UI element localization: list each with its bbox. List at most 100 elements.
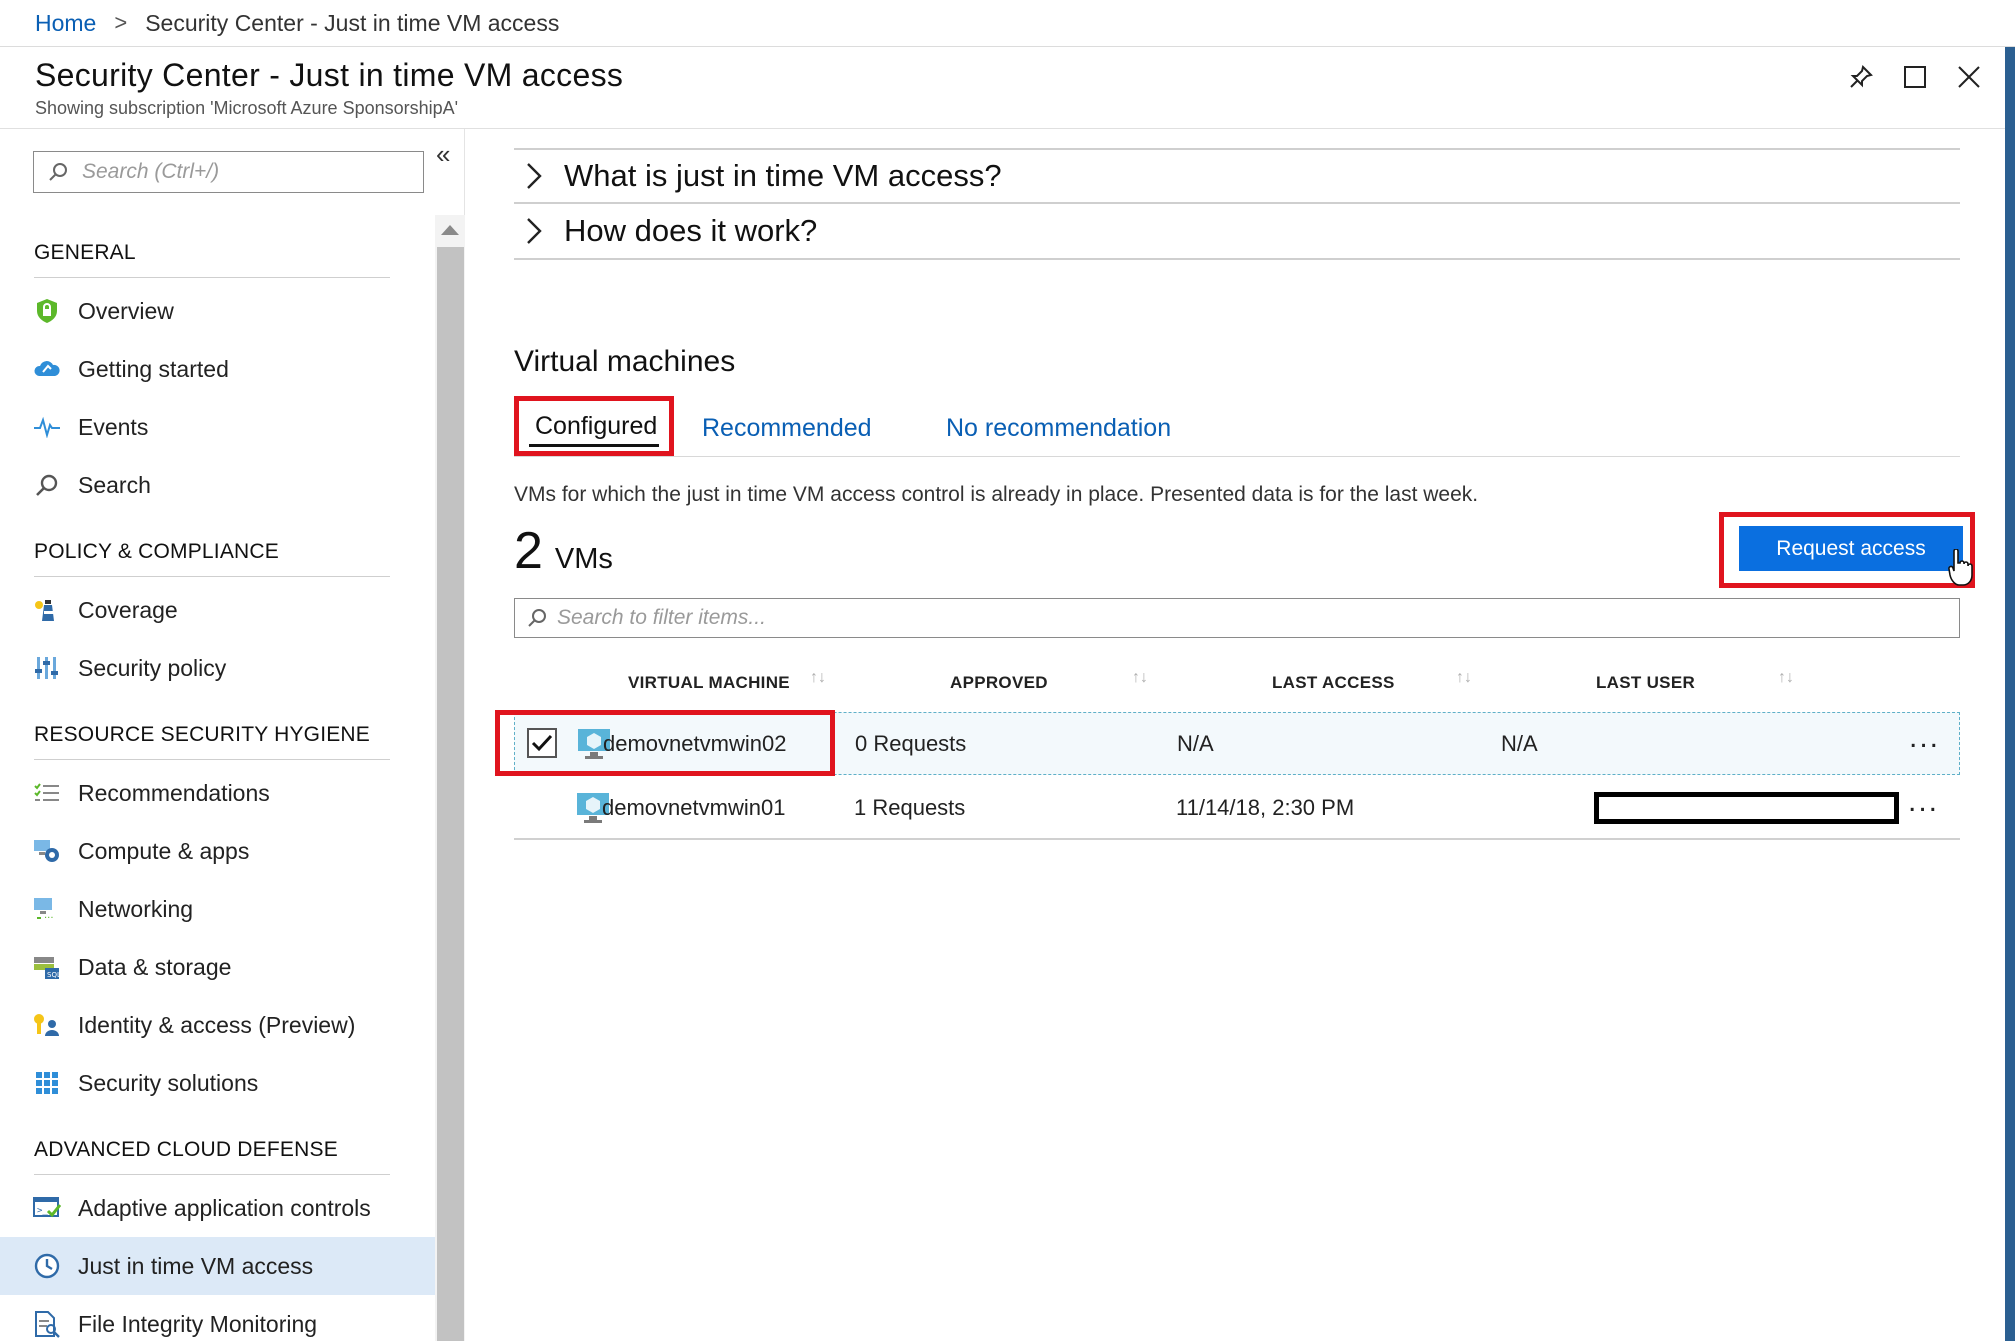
vm-approved: 1 Requests xyxy=(854,795,966,820)
vm-approved: 0 Requests xyxy=(855,731,967,756)
breadcrumb: Home > Security Center - Just in time VM… xyxy=(0,0,2015,47)
row-more-button[interactable]: ... xyxy=(1908,785,1939,819)
divider xyxy=(34,277,390,278)
app-control-icon: >_ xyxy=(32,1193,62,1223)
sidebar-item-search[interactable]: Search xyxy=(0,456,435,514)
sidebar-item-label: Coverage xyxy=(78,596,178,623)
sidebar-item-compute-apps[interactable]: Compute & apps xyxy=(0,822,435,880)
close-button[interactable] xyxy=(1953,61,1985,93)
sidebar-item-identity-access[interactable]: Identity & access (Preview) xyxy=(0,996,435,1054)
table-header: VIRTUAL MACHINE ↑↓ APPROVED ↑↓ LAST ACCE… xyxy=(514,659,1960,709)
breadcrumb-home-link[interactable]: Home xyxy=(35,10,96,37)
accordion-what-is-jit[interactable]: What is just in time VM access? xyxy=(514,148,1960,204)
sidebar-item-label: Security solutions xyxy=(78,1069,259,1096)
sidebar-item-overview[interactable]: Overview xyxy=(0,282,435,340)
row-more-button[interactable]: ... xyxy=(1909,721,1940,755)
sort-icon[interactable]: ↑↓ xyxy=(810,669,826,687)
cloud-icon xyxy=(32,354,62,384)
sidebar-item-label: Compute & apps xyxy=(78,837,250,864)
close-icon xyxy=(1958,66,1980,88)
sidebar-search-input[interactable] xyxy=(82,160,402,184)
sidebar-item-label: Recommendations xyxy=(78,779,270,806)
breadcrumb-separator: > xyxy=(114,10,128,35)
sidebar: « GENERAL Overview Getting started Event… xyxy=(0,129,465,1341)
storage-icon: SQL xyxy=(32,952,62,982)
sidebar-item-security-policy[interactable]: Security policy xyxy=(0,639,435,697)
sidebar-item-label: Identity & access (Preview) xyxy=(78,1011,356,1038)
tab-selected-indicator xyxy=(529,444,659,447)
sidebar-scrollbar-thumb[interactable] xyxy=(437,247,464,1341)
svg-text:>_: >_ xyxy=(37,1206,48,1216)
column-header-last-access[interactable]: LAST ACCESS xyxy=(1272,673,1395,693)
policy-sliders-icon xyxy=(32,653,62,683)
grid-icon xyxy=(32,1068,62,1098)
section-header: ADVANCED CLOUD DEFENSE xyxy=(34,1138,338,1161)
search-icon xyxy=(49,163,67,181)
column-header-virtual-machine[interactable]: VIRTUAL MACHINE xyxy=(628,673,790,693)
vm-count-number: 2 xyxy=(514,522,543,580)
tab-label: Configured xyxy=(535,411,658,440)
list-icon xyxy=(32,778,62,808)
checkmark-icon xyxy=(531,734,553,752)
tab-recommended[interactable]: Recommended xyxy=(702,399,872,457)
sidebar-item-label: Overview xyxy=(78,297,174,324)
pin-icon xyxy=(1850,65,1873,88)
sidebar-search xyxy=(33,151,424,193)
column-header-approved[interactable]: APPROVED xyxy=(950,673,1048,693)
sidebar-item-label: Security policy xyxy=(78,654,227,681)
sidebar-nav: GENERAL Overview Getting started Events … xyxy=(0,215,435,1341)
sort-icon[interactable]: ↑↓ xyxy=(1456,669,1472,687)
section-header: GENERAL xyxy=(34,241,136,264)
vm-last-access: 11/14/18, 2:30 PM xyxy=(1176,795,1355,820)
column-header-last-user[interactable]: LAST USER xyxy=(1596,673,1695,693)
collapse-sidebar-button[interactable]: « xyxy=(436,139,450,170)
sidebar-item-coverage[interactable]: Coverage xyxy=(0,581,435,639)
sidebar-item-security-solutions[interactable]: Security solutions xyxy=(0,1054,435,1112)
sort-icon[interactable]: ↑↓ xyxy=(1132,669,1148,687)
tab-description: VMs for which the just in time VM access… xyxy=(514,483,1479,506)
sidebar-item-label: Search xyxy=(78,471,151,498)
vm-last-access: N/A xyxy=(1177,731,1214,756)
table-row[interactable]: demovnetvmwin02 0 Requests N/A N/A ... xyxy=(514,712,1960,775)
sidebar-item-data-storage[interactable]: SQL Data & storage xyxy=(0,938,435,996)
lighthouse-icon xyxy=(32,595,62,625)
tab-configured[interactable]: Configured xyxy=(514,396,674,456)
accordion-label: How does it work? xyxy=(564,213,818,248)
sidebar-item-recommendations[interactable]: Recommendations xyxy=(0,764,435,822)
request-access-button[interactable]: Request access xyxy=(1739,526,1963,571)
accordion-how-it-works[interactable]: How does it work? xyxy=(514,204,1960,260)
accordion-label: What is just in time VM access? xyxy=(564,158,1002,193)
nav-section-advanced: ADVANCED CLOUD DEFENSE >_ Adaptive appli… xyxy=(0,1112,435,1341)
nav-section-general: GENERAL Overview Getting started Events … xyxy=(0,215,435,514)
vm-count: 2 VMs xyxy=(514,521,613,581)
sidebar-item-file-integrity[interactable]: File Integrity Monitoring xyxy=(0,1295,435,1341)
vm-name[interactable]: demovnetvmwin01 xyxy=(602,795,785,821)
sidebar-item-jit-vm-access[interactable]: Just in time VM access xyxy=(0,1237,435,1295)
vm-tabs: Configured Recommended No recommendation xyxy=(514,396,1960,457)
svg-text:···: ··· xyxy=(44,913,54,922)
sidebar-item-label: Getting started xyxy=(78,355,229,382)
vm-name[interactable]: demovnetvmwin02 xyxy=(603,731,786,757)
vm-last-user: N/A xyxy=(1501,731,1538,756)
divider xyxy=(34,759,390,760)
page-subtitle: Showing subscription 'Microsoft Azure Sp… xyxy=(35,98,459,118)
section-header: RESOURCE SECURITY HYGIENE xyxy=(34,723,371,746)
sidebar-item-label: Adaptive application controls xyxy=(78,1194,371,1221)
svg-text:SQL: SQL xyxy=(47,971,61,979)
header-actions xyxy=(1845,61,1985,93)
maximize-icon xyxy=(1904,66,1926,88)
breadcrumb-current: Security Center - Just in time VM access xyxy=(145,9,560,36)
sidebar-item-adaptive-app-controls[interactable]: >_ Adaptive application controls xyxy=(0,1179,435,1237)
pin-button[interactable] xyxy=(1845,61,1877,93)
sort-icon[interactable]: ↑↓ xyxy=(1778,669,1794,687)
sidebar-item-getting-started[interactable]: Getting started xyxy=(0,340,435,398)
sidebar-item-events[interactable]: Events xyxy=(0,398,435,456)
maximize-button[interactable] xyxy=(1899,61,1931,93)
row-checkbox[interactable] xyxy=(527,728,557,758)
scroll-up-arrow-icon[interactable] xyxy=(441,225,459,235)
tab-no-recommendation[interactable]: No recommendation xyxy=(946,399,1171,457)
blade-header: Security Center - Just in time VM access… xyxy=(0,47,2005,129)
identity-icon xyxy=(32,1010,62,1040)
sidebar-item-networking[interactable]: ··· Networking xyxy=(0,880,435,938)
vm-filter-input[interactable] xyxy=(557,606,1937,630)
